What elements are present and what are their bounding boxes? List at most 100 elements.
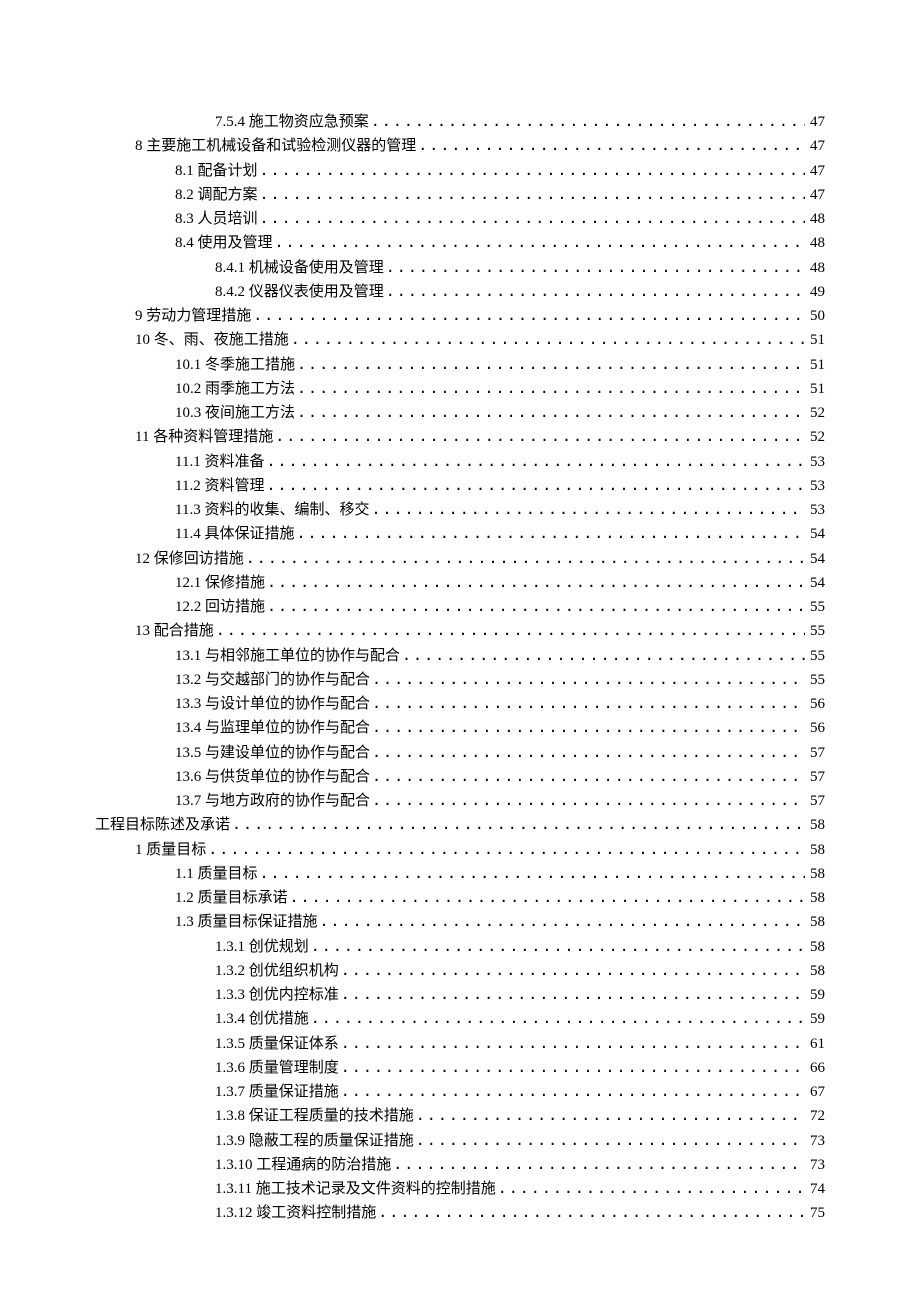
toc-page-number: 49 bbox=[805, 281, 825, 304]
toc-entry: 11.1 资料准备...............................… bbox=[175, 450, 825, 474]
toc-entry: 10 冬、雨、夜施工措施............................… bbox=[135, 328, 825, 352]
toc-label: 1.3.3 创优内控标准 bbox=[215, 984, 339, 1007]
toc-page-number: 55 bbox=[805, 596, 825, 619]
toc-leader-dots: ........................................… bbox=[265, 571, 805, 594]
toc-entry: 1.3.5 质量保证体系............................… bbox=[215, 1032, 825, 1056]
toc-label: 工程目标陈述及承诺 bbox=[95, 814, 230, 837]
toc-entry: 8.1 配备计划................................… bbox=[175, 159, 825, 183]
toc-label: 8.4.1 机械设备使用及管理 bbox=[215, 257, 384, 280]
toc-entry: 10.1 冬季施工措施.............................… bbox=[175, 353, 825, 377]
toc-entry: 1.1 质量目标................................… bbox=[175, 862, 825, 886]
toc-label: 11.1 资料准备 bbox=[175, 451, 264, 474]
toc-leader-dots: ........................................… bbox=[339, 983, 805, 1006]
toc-label: 10.1 冬季施工措施 bbox=[175, 354, 295, 377]
toc-leader-dots: ........................................… bbox=[258, 862, 805, 885]
toc-entry: 1.3.1 创优规划..............................… bbox=[215, 935, 825, 959]
toc-page-number: 53 bbox=[805, 475, 825, 498]
toc-entry: 1.3.10 工程通病的防治措施........................… bbox=[215, 1153, 825, 1177]
toc-leader-dots: ........................................… bbox=[370, 692, 805, 715]
toc-label: 8 主要施工机械设备和试验检测仪器的管理 bbox=[135, 135, 416, 158]
toc-label: 1.3.5 质量保证体系 bbox=[215, 1033, 339, 1056]
toc-label: 1.3.10 工程通病的防治措施 bbox=[215, 1154, 391, 1177]
toc-entry: 13.3 与设计单位的协作与配合........................… bbox=[175, 692, 825, 716]
toc-entry: 1.3.8 保证工程质量的技术措施.......................… bbox=[215, 1104, 825, 1128]
toc-label: 13.3 与设计单位的协作与配合 bbox=[175, 693, 370, 716]
toc-entry: 13 配合措施.................................… bbox=[135, 619, 825, 643]
toc-label: 13.7 与地方政府的协作与配合 bbox=[175, 790, 370, 813]
toc-label: 11.3 资料的收集、编制、移交 bbox=[175, 499, 369, 522]
toc-leader-dots: ........................................… bbox=[273, 231, 805, 254]
toc-entry: 8.4 使用及管理...............................… bbox=[175, 231, 825, 255]
toc-leader-dots: ........................................… bbox=[309, 935, 805, 958]
toc-entry: 9 劳动力管理措施...............................… bbox=[135, 304, 825, 328]
toc-entry: 工程目标陈述及承诺...............................… bbox=[95, 813, 825, 837]
toc-page-number: 54 bbox=[805, 548, 825, 571]
toc-leader-dots: ........................................… bbox=[258, 183, 805, 206]
toc-leader-dots: ........................................… bbox=[416, 134, 805, 157]
toc-leader-dots: ........................................… bbox=[295, 377, 805, 400]
toc-label: 13.1 与相邻施工单位的协作与配合 bbox=[175, 645, 400, 668]
toc-leader-dots: ........................................… bbox=[384, 280, 805, 303]
toc-label: 8.4 使用及管理 bbox=[175, 232, 273, 255]
toc-page-number: 54 bbox=[805, 572, 825, 595]
toc-leader-dots: ........................................… bbox=[496, 1177, 805, 1200]
toc-page-number: 55 bbox=[805, 669, 825, 692]
toc-entry: 12.1 保修措施...............................… bbox=[175, 571, 825, 595]
toc-page-number: 58 bbox=[805, 887, 825, 910]
toc-entry: 1.3 质量目标保证措施............................… bbox=[175, 910, 825, 934]
toc-leader-dots: ........................................… bbox=[370, 741, 805, 764]
toc-page-number: 58 bbox=[805, 814, 825, 837]
toc-leader-dots: ........................................… bbox=[230, 813, 805, 836]
toc-label: 1.1 质量目标 bbox=[175, 863, 258, 886]
toc-label: 10 冬、雨、夜施工措施 bbox=[135, 329, 289, 352]
toc-entry: 1.3.9 隐蔽工程的质量保证措施.......................… bbox=[215, 1129, 825, 1153]
toc-label: 13.5 与建设单位的协作与配合 bbox=[175, 742, 370, 765]
toc-page-number: 52 bbox=[805, 426, 825, 449]
toc-leader-dots: ........................................… bbox=[294, 522, 805, 545]
toc-leader-dots: ........................................… bbox=[288, 886, 805, 909]
toc-leader-dots: ........................................… bbox=[289, 328, 805, 351]
toc-label: 1.3.4 创优措施 bbox=[215, 1008, 309, 1031]
toc-entry: 13.1 与相邻施工单位的协作与配合......................… bbox=[175, 644, 825, 668]
toc-label: 1.3.11 施工技术记录及文件资料的控制措施 bbox=[215, 1178, 496, 1201]
toc-page-number: 47 bbox=[805, 111, 825, 134]
toc-page-number: 48 bbox=[805, 257, 825, 280]
toc-entry: 13.6 与供货单位的协作与配合........................… bbox=[175, 765, 825, 789]
toc-entry: 1.3.11 施工技术记录及文件资料的控制措施.................… bbox=[215, 1177, 825, 1201]
toc-page-number: 58 bbox=[805, 839, 825, 862]
toc-leader-dots: ........................................… bbox=[369, 498, 805, 521]
toc-entry: 8.4.1 机械设备使用及管理.........................… bbox=[215, 256, 825, 280]
toc-leader-dots: ........................................… bbox=[206, 838, 805, 861]
toc-page-number: 53 bbox=[805, 499, 825, 522]
toc-label: 8.1 配备计划 bbox=[175, 160, 258, 183]
toc-entry: 1.3.3 创优内控标准............................… bbox=[215, 983, 825, 1007]
toc-page-number: 59 bbox=[805, 984, 825, 1007]
toc-label: 1.3.12 竣工资料控制措施 bbox=[215, 1202, 376, 1225]
toc-label: 1.3.8 保证工程质量的技术措施 bbox=[215, 1105, 414, 1128]
toc-page-number: 55 bbox=[805, 620, 825, 643]
toc-page-number: 51 bbox=[805, 354, 825, 377]
toc-leader-dots: ........................................… bbox=[258, 159, 805, 182]
toc-page-number: 56 bbox=[805, 717, 825, 740]
toc-leader-dots: ........................................… bbox=[295, 353, 805, 376]
toc-page-number: 58 bbox=[805, 911, 825, 934]
toc-leader-dots: ........................................… bbox=[339, 1032, 805, 1055]
toc-label: 8.3 人员培训 bbox=[175, 208, 258, 231]
toc-entry: 1.3.4 创优措施..............................… bbox=[215, 1007, 825, 1031]
toc-entry: 1.3.12 竣工资料控制措施.........................… bbox=[215, 1201, 825, 1225]
toc-page-number: 72 bbox=[805, 1105, 825, 1128]
toc-page-number: 47 bbox=[805, 184, 825, 207]
toc-page-number: 55 bbox=[805, 645, 825, 668]
toc-page-number: 73 bbox=[805, 1130, 825, 1153]
toc-label: 12 保修回访措施 bbox=[135, 548, 244, 571]
toc-label: 1.3.9 隐蔽工程的质量保证措施 bbox=[215, 1130, 414, 1153]
toc-leader-dots: ........................................… bbox=[400, 644, 805, 667]
toc-page-number: 56 bbox=[805, 693, 825, 716]
toc-leader-dots: ........................................… bbox=[251, 304, 805, 327]
toc-entry: 1 质量目标..................................… bbox=[135, 838, 825, 862]
toc-entry: 8.3 人员培训................................… bbox=[175, 207, 825, 231]
toc-leader-dots: ........................................… bbox=[309, 1007, 805, 1030]
toc-entry: 11.2 资料管理...............................… bbox=[175, 474, 825, 498]
toc-leader-dots: ........................................… bbox=[264, 450, 805, 473]
toc-entry: 8 主要施工机械设备和试验检测仪器的管理....................… bbox=[135, 134, 825, 158]
